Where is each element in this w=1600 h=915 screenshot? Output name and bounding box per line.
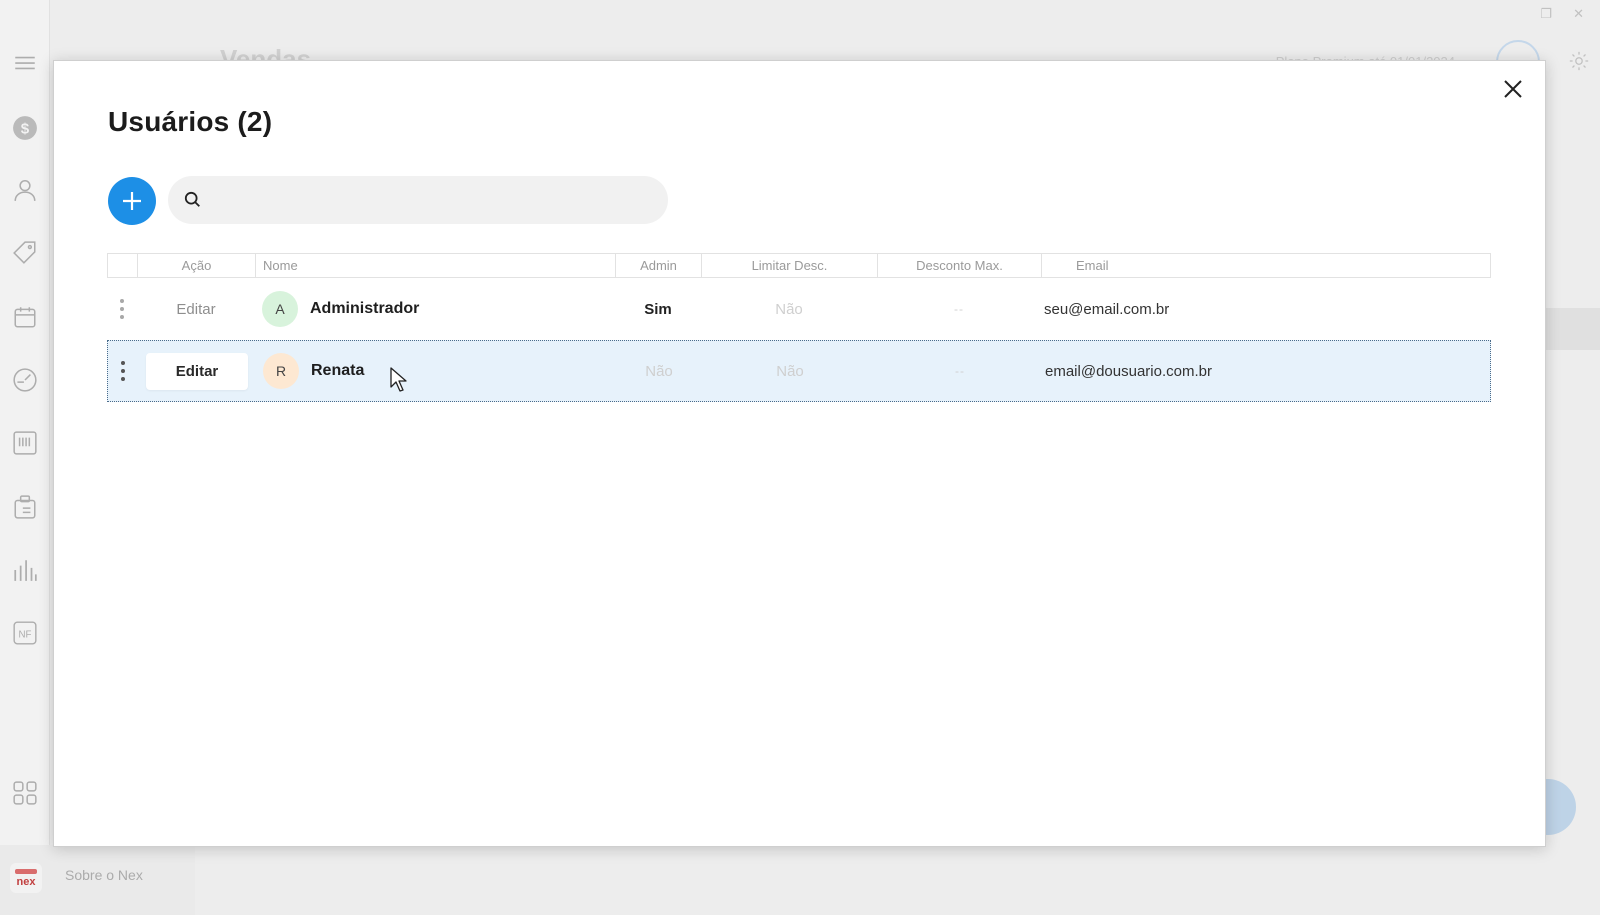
email-value: email@dousuario.com.br xyxy=(1045,362,1212,380)
mouse-cursor-icon xyxy=(390,367,407,392)
email-value: seu@email.com.br xyxy=(1044,300,1170,318)
row-menu-cell xyxy=(108,341,138,401)
max-discount-value: -- xyxy=(955,364,965,378)
avatar: A xyxy=(262,291,298,327)
add-user-button[interactable] xyxy=(108,177,156,225)
limit-discount-value: Não xyxy=(776,362,804,380)
table-row[interactable]: Editar A Administrador Sim Não -- seu@em… xyxy=(107,278,1491,340)
user-name: Renata xyxy=(311,362,365,379)
header-limit-discount[interactable]: Limitar Desc. xyxy=(702,254,878,277)
admin-value: Não xyxy=(645,362,673,380)
header-name[interactable]: Nome xyxy=(256,254,616,277)
plus-icon xyxy=(123,192,141,210)
header-select-column xyxy=(108,254,138,277)
avatar: R xyxy=(263,353,299,389)
close-icon xyxy=(1504,80,1522,98)
users-modal: Usuários (2) Ação Nome Admin Limitar Des… xyxy=(53,60,1546,847)
name-cell: A Administrador xyxy=(255,278,615,340)
action-cell: Editar xyxy=(138,341,256,401)
table-row[interactable]: Editar R Renata Não Não -- email@dousuar… xyxy=(107,340,1491,402)
name-cell: R Renata xyxy=(256,341,616,401)
search-input[interactable] xyxy=(212,191,652,209)
header-action[interactable]: Ação xyxy=(138,254,256,277)
edit-button[interactable]: Editar xyxy=(146,291,245,328)
edit-button[interactable]: Editar xyxy=(145,352,249,390)
limit-discount-value: Não xyxy=(775,300,803,318)
users-table: Ação Nome Admin Limitar Desc. Desconto M… xyxy=(107,253,1491,402)
modal-title: Usuários (2) xyxy=(108,106,273,137)
admin-value: Sim xyxy=(644,300,672,318)
row-menu-cell xyxy=(107,278,137,340)
close-button[interactable] xyxy=(1499,75,1527,103)
user-name: Administrador xyxy=(310,300,420,317)
header-admin[interactable]: Admin xyxy=(616,254,702,277)
kebab-menu-icon[interactable] xyxy=(117,357,129,385)
search-box[interactable] xyxy=(168,176,668,224)
max-discount-value: -- xyxy=(954,302,964,316)
header-max-discount[interactable]: Desconto Max. xyxy=(878,254,1042,277)
table-header: Ação Nome Admin Limitar Desc. Desconto M… xyxy=(107,253,1491,278)
kebab-menu-icon[interactable] xyxy=(116,295,128,323)
header-email[interactable]: Email xyxy=(1042,254,1490,277)
action-cell: Editar xyxy=(137,278,255,340)
search-icon xyxy=(184,191,200,207)
